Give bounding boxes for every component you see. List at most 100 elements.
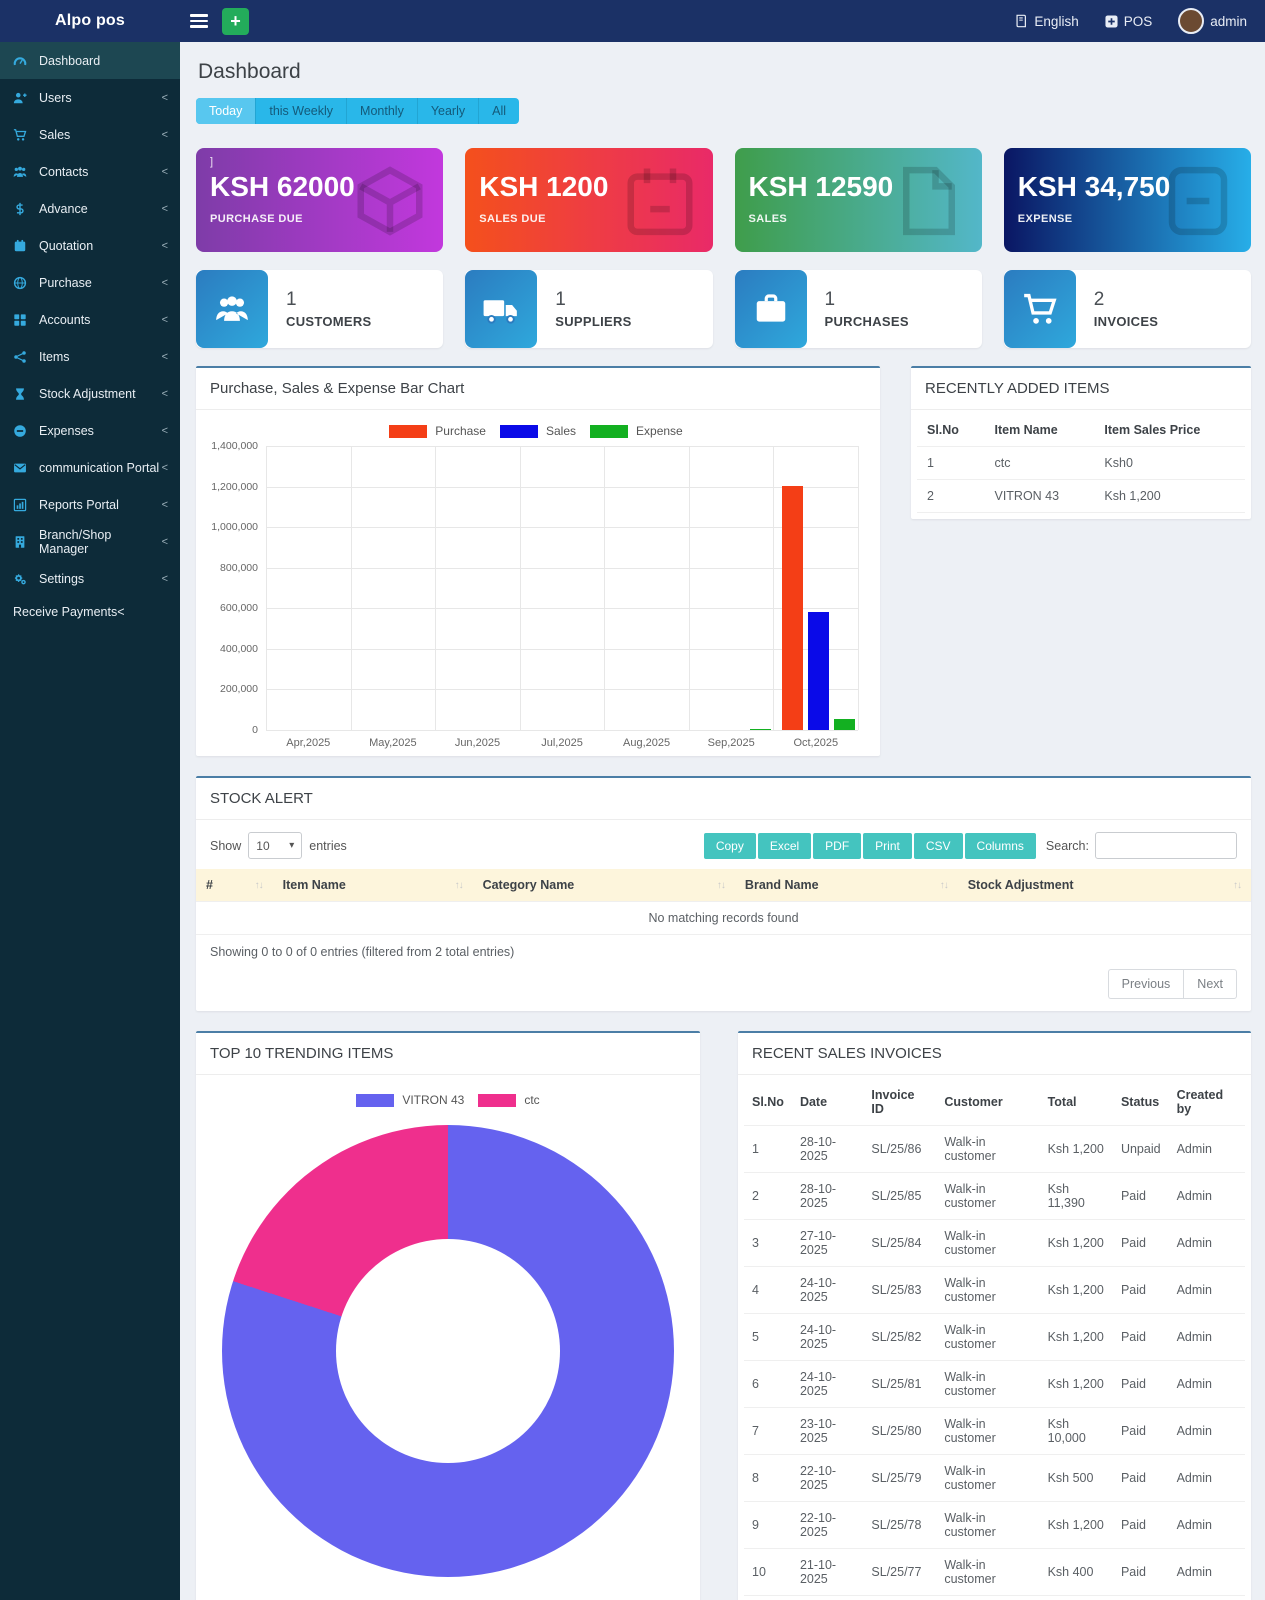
- stock-alert-card: STOCK ALERT Show 10 ▾ entries Copy Excel PD…: [196, 776, 1251, 1011]
- quick-add-button[interactable]: +: [222, 7, 249, 35]
- sidebar-item-label: Contacts: [39, 164, 89, 179]
- sidebar-item-settings[interactable]: Settings <: [0, 560, 180, 597]
- sidebar-item-items[interactable]: Items <: [0, 338, 180, 375]
- table-cell: Walk-in customer: [936, 1501, 1040, 1549]
- legend-item-purchase[interactable]: Purchase: [389, 424, 486, 438]
- table-cell: Walk-in customer: [936, 1219, 1040, 1267]
- table-cell: Admin: [1168, 1313, 1245, 1361]
- copy-export-button[interactable]: Copy: [703, 832, 756, 859]
- gridline: [266, 486, 858, 488]
- sort-icon: ↑↓: [939, 879, 949, 891]
- table-cell: Admin: [1168, 1407, 1245, 1455]
- column-header: Customer: [936, 1079, 1040, 1126]
- sidebar-item-receive-payments[interactable]: Receive Payments<: [0, 597, 180, 627]
- stat-card-expense[interactable]: KSH 34,750 EXPENSE: [1003, 148, 1251, 252]
- count-card-purchases[interactable]: 1 PURCHASES: [734, 270, 982, 348]
- sidebar-item-users[interactable]: Users <: [0, 79, 180, 116]
- count-card-suppliers[interactable]: 1 SUPPLIERS: [465, 270, 713, 348]
- stock-alert-table: # ↑↓ Item Name ↑↓ Category Name ↑↓ Brand Name ↑…: [196, 869, 1251, 935]
- y-axis-tick: 1,000,000: [211, 521, 258, 534]
- y-axis-tick: 800,000: [220, 561, 258, 574]
- legend-swatch: [389, 424, 428, 438]
- sortable-column-header[interactable]: Category Name ↑↓: [472, 869, 735, 902]
- hamburger-menu-icon[interactable]: [190, 14, 208, 28]
- column-header: Invoice ID: [863, 1079, 937, 1126]
- pos-label: POS: [1123, 13, 1153, 29]
- sidebar-item-sales[interactable]: Sales <: [0, 116, 180, 153]
- column-header: Sl.No: [917, 414, 985, 447]
- count-card-customers[interactable]: 1 CUSTOMERS: [196, 270, 444, 348]
- entries-label: entries: [309, 838, 347, 853]
- legend-item-expense[interactable]: Expense: [590, 424, 683, 438]
- share-nodes-icon: [13, 350, 39, 364]
- print-export-button[interactable]: Print: [863, 832, 912, 859]
- donut-chart: [222, 1125, 674, 1577]
- table-cell: Ksh 11,390: [1039, 1172, 1113, 1220]
- app-brand[interactable]: Alpo pos: [0, 12, 180, 30]
- table-cell: SL/25/81: [863, 1360, 937, 1408]
- excel-export-button[interactable]: Excel: [757, 832, 812, 859]
- next-page-button[interactable]: Next: [1183, 969, 1237, 999]
- sidebar-item-dashboard[interactable]: Dashboard: [0, 42, 180, 79]
- sidebar-item-advance[interactable]: Advance <: [0, 190, 180, 227]
- count-card-invoices[interactable]: 2 INVOICES: [1003, 270, 1251, 348]
- sidebar-item-accounts[interactable]: Accounts <: [0, 301, 180, 338]
- y-axis-tick: 1,400,000: [211, 440, 258, 452]
- gears-icon: [13, 572, 39, 586]
- tab-today[interactable]: Today: [196, 98, 257, 124]
- tab-monthly[interactable]: Monthly: [347, 98, 418, 124]
- search-input[interactable]: [1095, 832, 1237, 859]
- csv-export-button[interactable]: CSV: [913, 832, 963, 859]
- tab-this-weekly[interactable]: this Weekly: [256, 98, 348, 124]
- stat-card-sales[interactable]: KSH 12590 SALES: [734, 148, 982, 252]
- donut-hole: [336, 1239, 560, 1463]
- legend-swatch: [590, 424, 629, 438]
- page-size-select[interactable]: 10 ▾: [248, 832, 303, 859]
- tab-all[interactable]: All: [479, 98, 519, 124]
- user-menu[interactable]: admin: [1178, 8, 1247, 34]
- envelope-icon: [13, 461, 39, 475]
- tab-yearly[interactable]: Yearly: [418, 98, 480, 124]
- gridline: [688, 446, 690, 730]
- sortable-column-header[interactable]: Item Name ↑↓: [272, 869, 473, 902]
- legend-item-ctc[interactable]: ctc: [478, 1093, 540, 1107]
- stat-card-sales-due[interactable]: KSH 1200 SALES DUE: [465, 148, 713, 252]
- legend-item-vitron-43[interactable]: VITRON 43: [356, 1093, 464, 1107]
- table-cell: Admin: [1168, 1501, 1245, 1549]
- sortable-column-header[interactable]: Stock Adjustment ↑↓: [957, 869, 1251, 902]
- invoice-row: 6 24-10-2025 SL/25/81 Walk-in customer Ksh 1…: [744, 1360, 1245, 1408]
- table-cell: Ksh 1,200: [1094, 479, 1245, 513]
- count-value: 2: [1093, 289, 1105, 310]
- legend-label: VITRON 43: [402, 1093, 465, 1107]
- stat-card-purchase-due[interactable]: ] KSH 62000 PURCHASE DUE: [196, 148, 444, 252]
- sidebar-item-reports-portal[interactable]: Reports Portal <: [0, 486, 180, 523]
- sidebar-item-label: Users: [39, 90, 72, 105]
- pdf-export-button[interactable]: PDF: [813, 832, 862, 859]
- sortable-column-header[interactable]: Brand Name ↑↓: [734, 869, 958, 902]
- sidebar-item-expenses[interactable]: Expenses <: [0, 412, 180, 449]
- columns-export-button[interactable]: Columns: [964, 832, 1036, 859]
- y-axis-tick: 0: [252, 724, 258, 736]
- sidebar-item-purchase[interactable]: Purchase <: [0, 264, 180, 301]
- language-menu[interactable]: English: [1014, 14, 1079, 29]
- sidebar-item-stock-adjustment[interactable]: Stock Adjustment <: [0, 375, 180, 412]
- previous-page-button[interactable]: Previous: [1107, 969, 1184, 999]
- gridline: [266, 730, 858, 731]
- sidebar-item-label: Dashboard: [39, 53, 101, 68]
- column-header: Status: [1112, 1079, 1169, 1126]
- table-cell: Paid: [1112, 1454, 1169, 1502]
- table-cell: Ksh 10,000: [1039, 1407, 1113, 1455]
- gridline: [266, 608, 858, 610]
- table-cell: Ksh 1,200: [1039, 1266, 1113, 1314]
- sidebar-item-quotation[interactable]: Quotation <: [0, 227, 180, 264]
- sortable-column-header[interactable]: # ↑↓: [196, 869, 273, 902]
- legend-item-sales[interactable]: Sales: [499, 424, 576, 438]
- legend-swatch: [478, 1093, 517, 1107]
- invoice-row: 1 28-10-2025 SL/25/86 Walk-in customer Ksh 1…: [744, 1125, 1245, 1173]
- sidebar-item-branch-shop-manager[interactable]: Branch/Shop Manager <: [0, 523, 180, 560]
- sidebar-item-contacts[interactable]: Contacts <: [0, 153, 180, 190]
- sidebar-item-communication-portal[interactable]: communication Portal <: [0, 449, 180, 486]
- pos-menu[interactable]: POS: [1105, 13, 1153, 29]
- table-cell: Paid: [1112, 1266, 1169, 1314]
- bar-sales-Oct,2025: [808, 612, 830, 730]
